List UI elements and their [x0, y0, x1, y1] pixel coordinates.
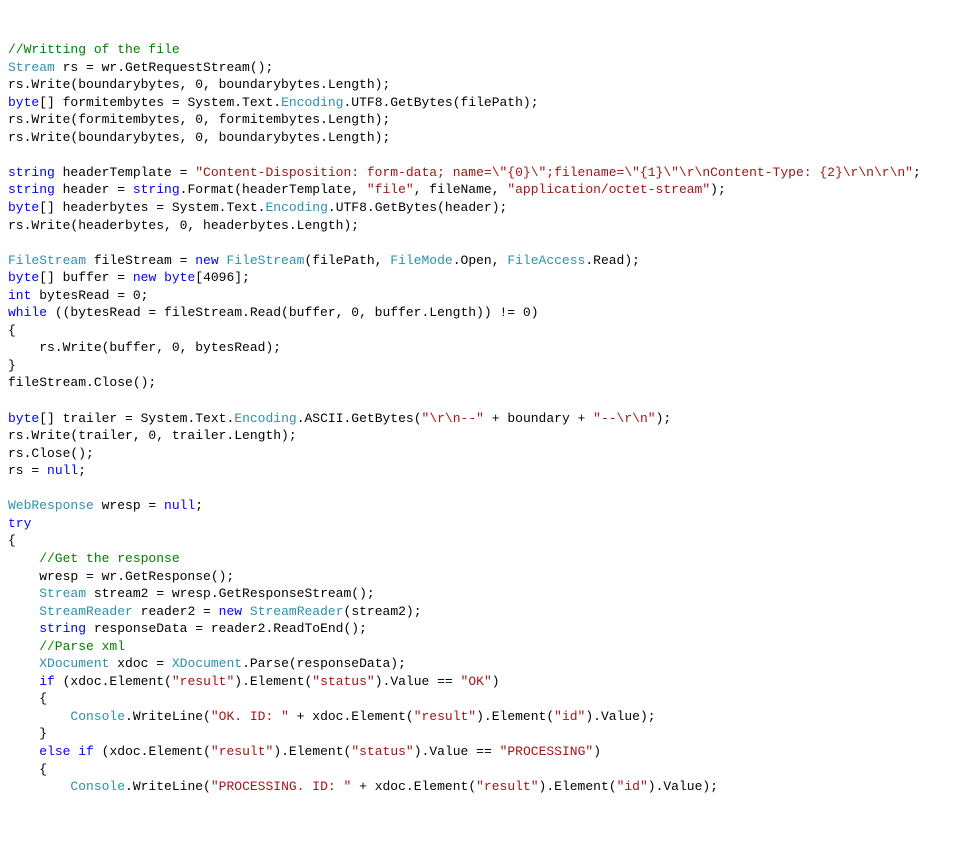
code-block: //Writting of the file Stream rs = wr.Ge…	[8, 41, 952, 796]
